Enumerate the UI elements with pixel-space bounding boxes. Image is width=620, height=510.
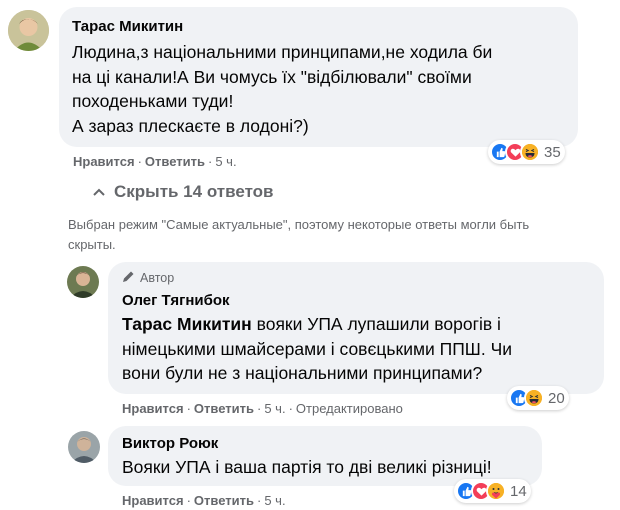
mention-link[interactable]: Тарас Микитин [122, 314, 252, 334]
edited-label[interactable]: Отредактировано [296, 401, 403, 416]
notice-line: скрыты. [68, 237, 116, 252]
reply-button[interactable]: Ответить [194, 493, 254, 508]
reply-button[interactable]: Ответить [194, 401, 254, 416]
comment-line: на ці канали!А Ви чомусь їх "відбілювали… [72, 66, 472, 87]
haha-reaction-icon [524, 388, 544, 408]
filter-notice: Выбран режим "Самые актуальные", поэтому… [68, 215, 529, 255]
reply-line: вони були не з національними принципами? [122, 363, 483, 383]
care-reaction-icon [486, 481, 506, 501]
reply-actions: Нравится · Ответить · 5 ч. [122, 493, 286, 508]
reply-actions: Нравится · Ответить · 5 ч. · Отредактировано [122, 401, 403, 416]
haha-reaction-icon [520, 142, 540, 162]
pencil-icon [122, 270, 135, 286]
reply-bubble: Виктор Роюк Вояки УПА і ваша партія то д… [108, 426, 542, 486]
avatar[interactable] [8, 10, 49, 51]
comment-line: походеньками туди! [72, 91, 234, 111]
like-button[interactable]: Нравится [122, 493, 184, 508]
comment-bubble: Тарас Микитин Людина,з національними при… [59, 7, 578, 147]
reply-button[interactable]: Ответить [145, 154, 205, 169]
reaction-summary[interactable]: 20 [507, 386, 569, 410]
author-badge: Автор [122, 270, 174, 286]
avatar[interactable] [67, 266, 99, 298]
reaction-count: 35 [544, 143, 561, 161]
reply-text-part: вояки УПА лупашили ворогів і [251, 314, 501, 334]
chevron-up-icon [93, 183, 105, 201]
author-badge-label: Автор [140, 271, 175, 285]
reaction-count: 14 [510, 482, 527, 500]
like-button[interactable]: Нравится [122, 401, 184, 416]
reaction-summary[interactable]: 35 [488, 140, 565, 164]
notice-line: Выбран режим "Самые актуальные", поэтому… [68, 217, 530, 232]
reaction-summary[interactable]: 14 [454, 479, 531, 503]
reply-author[interactable]: Олег Тягнибок [122, 292, 230, 309]
comment-author[interactable]: Тарас Микитин [72, 18, 183, 35]
reply-bubble: Автор Олег Тягнибок Тарас Микитин вояки … [108, 262, 604, 394]
reply-text: Тарас Микитин вояки УПА лупашили ворогів… [122, 312, 512, 386]
like-button[interactable]: Нравится [73, 154, 135, 169]
reaction-count: 20 [548, 389, 565, 407]
timestamp[interactable]: 5 ч. [264, 401, 285, 416]
comment-line: Людина,з національними принципами,не ход… [72, 42, 493, 62]
comment-actions: Нравится · Ответить · 5 ч. [73, 154, 237, 169]
reply-text: Вояки УПА і ваша партія то дві великі рі… [122, 457, 492, 477]
comment-text: Людина,з національними принципами,не ход… [72, 40, 492, 138]
hide-replies-button[interactable]: Скрыть 14 ответов [93, 182, 274, 202]
comment-line: А зараз плескаєте в лодоні?) [72, 115, 309, 136]
hide-replies-label: Скрыть 14 ответов [114, 182, 274, 201]
avatar[interactable] [68, 431, 100, 463]
timestamp[interactable]: 5 ч. [215, 154, 236, 169]
reply-author[interactable]: Виктор Роюк [122, 435, 218, 452]
reply-line: німецькими шмайсерами і совєцькими ППШ. … [122, 338, 513, 359]
timestamp[interactable]: 5 ч. [264, 493, 285, 508]
